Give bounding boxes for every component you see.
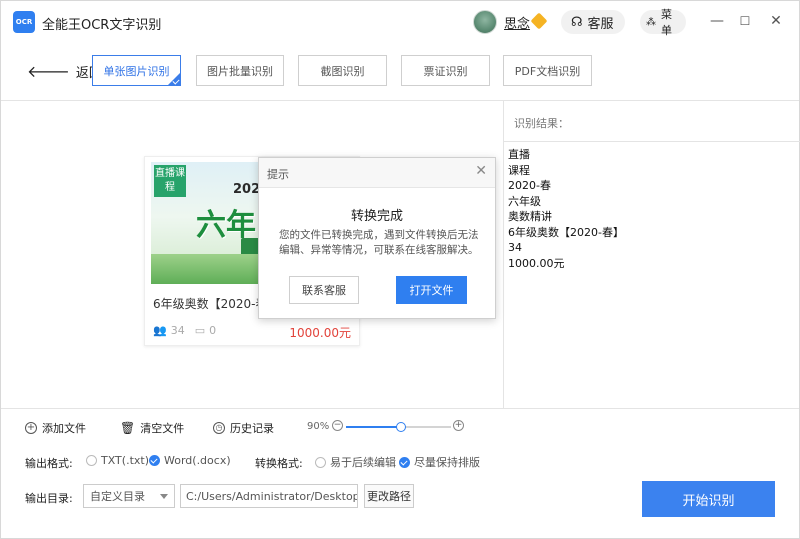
- radio-editable[interactable]: [315, 456, 326, 468]
- result-line: 课程: [508, 163, 530, 177]
- result-line: 2020-春: [508, 179, 551, 192]
- output-path-field[interactable]: C:/Users/Administrator/Desktop/OC: [180, 484, 358, 508]
- dialog-message: 您的文件已转换完成，遇到文件转换后无法编辑、异常等情况，可联系在线客服解决。: [279, 229, 479, 256]
- customer-service-button[interactable]: ☊ 客服: [561, 10, 625, 34]
- result-line: 34: [508, 241, 522, 254]
- format-txt-label: TXT(.txt): [101, 454, 149, 467]
- dialog-header: 提示 ✕: [259, 158, 495, 188]
- add-file-button[interactable]: + 添加文件: [25, 420, 86, 436]
- app-title: 全能王OCR文字识别: [42, 18, 162, 33]
- radio-word-checked[interactable]: [149, 455, 160, 466]
- clock-icon: ◷: [213, 422, 225, 434]
- zoom-slider[interactable]: [346, 422, 451, 432]
- convert-layout-label: 尽量保持排版: [414, 456, 480, 469]
- tab-label: 单张图片识别: [103, 64, 170, 78]
- conversion-complete-dialog: 提示 ✕ 转换完成 您的文件已转换完成，遇到文件转换后无法编辑、异常等情况，可联…: [258, 157, 496, 319]
- contact-service-button[interactable]: 联系客服: [289, 276, 359, 304]
- add-file-label: 添加文件: [42, 422, 86, 435]
- convert-editable-label: 易于后续编辑: [330, 456, 396, 469]
- zoom-slider-handle[interactable]: [395, 422, 406, 432]
- customer-service-label: 客服: [587, 16, 614, 32]
- back-arrow-icon: 🡐: [27, 61, 70, 81]
- app-window: OCR 全能王OCR文字识别 思念 ☊ 客服 ⁂ 菜单 — ☐ ✕ 🡐 返回 单…: [0, 0, 800, 539]
- result-divider: [504, 141, 800, 142]
- format-word-label: Word(.docx): [164, 454, 231, 467]
- likes-count: 34: [170, 324, 185, 337]
- output-dir-select[interactable]: 自定义目录: [83, 484, 175, 508]
- result-line: 1000.00元: [508, 256, 565, 270]
- format-txt-option[interactable]: TXT(.txt): [86, 454, 149, 467]
- result-line: 六年级: [508, 194, 541, 208]
- convert-layout-option[interactable]: 尽量保持排版: [399, 454, 480, 470]
- comment-icon: ▭: [194, 324, 206, 337]
- result-line: 直播: [508, 148, 530, 161]
- zoom-in-icon[interactable]: +: [453, 420, 464, 431]
- menu-button[interactable]: ⁂ 菜单: [640, 8, 686, 37]
- back-button[interactable]: 🡐 返回: [27, 62, 102, 81]
- zoom-percent: 90%: [307, 421, 330, 432]
- format-word-option[interactable]: Word(.docx): [149, 454, 231, 467]
- close-window-button[interactable]: ✕: [766, 11, 786, 31]
- tab-screenshot[interactable]: 截图识别: [298, 55, 387, 86]
- dialog-close-icon[interactable]: ✕: [475, 163, 487, 179]
- tab-single-image[interactable]: 单张图片识别: [92, 55, 181, 86]
- add-circle-icon: +: [25, 422, 37, 434]
- tab-batch-image[interactable]: 图片批量识别: [196, 55, 284, 86]
- tab-pdf[interactable]: PDF文档识别: [503, 55, 592, 86]
- clear-files-label: 清空文件: [140, 422, 185, 435]
- result-panel: 识别结果： 直播 课程 2020-春 六年级 奥数精讲 6年级奥数【2020-春…: [503, 101, 800, 408]
- output-dir-select-value: 自定义目录: [90, 490, 145, 503]
- history-label: 历史记录: [230, 422, 274, 435]
- username-link[interactable]: 思念: [504, 13, 530, 32]
- convert-editable-option[interactable]: 易于后续编辑: [315, 454, 396, 470]
- trash-icon: 🗑: [120, 421, 136, 435]
- change-path-button[interactable]: 更改路径: [364, 484, 414, 508]
- card-title: 6年级奥数【2020-春: [153, 297, 268, 311]
- chevron-down-icon: [160, 494, 168, 499]
- grid-menu-icon: ⁂: [646, 16, 656, 28]
- card-price: 1000.00元: [289, 326, 351, 340]
- tab-ticket[interactable]: 票证识别: [401, 55, 490, 86]
- minimize-button[interactable]: —: [707, 11, 727, 31]
- convert-format-label: 转换格式:: [255, 457, 303, 470]
- vip-badge-icon: [530, 12, 548, 30]
- result-text-area[interactable]: 直播 课程 2020-春 六年级 奥数精讲 6年级奥数【2020-春】 34 1…: [508, 147, 624, 271]
- result-line: 6年级奥数【2020-春】: [508, 225, 624, 239]
- open-file-button[interactable]: 打开文件: [396, 276, 467, 304]
- zoom-out-icon[interactable]: −: [332, 420, 343, 431]
- bottom-controls: + 添加文件 🗑 清空文件 ◷ 历史记录 90% − + 输出格式: TXT(.…: [1, 408, 799, 538]
- zoom-slider-fill: [346, 426, 401, 428]
- radio-txt[interactable]: [86, 455, 97, 466]
- output-dir-label: 输出目录:: [25, 492, 73, 505]
- dialog-title: 提示: [267, 168, 289, 181]
- result-line: 奥数精讲: [508, 210, 552, 223]
- dialog-heading: 转换完成: [350, 209, 403, 224]
- avatar[interactable]: [473, 10, 497, 34]
- history-button[interactable]: ◷ 历史记录: [213, 420, 274, 436]
- title-bar: OCR 全能王OCR文字识别 思念 ☊ 客服 ⁂ 菜单 — ☐ ✕: [1, 1, 799, 41]
- headset-icon: ☊: [571, 14, 583, 30]
- maximize-button[interactable]: ☐: [735, 11, 755, 31]
- live-course-badge: 直播课程: [154, 165, 186, 197]
- menu-label: 菜单: [661, 8, 672, 37]
- start-recognition-button[interactable]: 开始识别: [642, 481, 775, 517]
- output-format-label: 输出格式:: [25, 457, 73, 470]
- app-logo-icon: OCR: [13, 11, 35, 33]
- mode-toolbar: 🡐 返回 单张图片识别 图片批量识别 截图识别 票证识别 PDF文档识别: [1, 41, 799, 101]
- result-label: 识别结果：: [514, 117, 569, 130]
- users-icon: 👥: [153, 324, 167, 337]
- comments-count: 0: [209, 324, 217, 337]
- radio-layout-checked[interactable]: [399, 456, 410, 468]
- clear-files-button[interactable]: 🗑 清空文件: [120, 420, 184, 436]
- card-stats: 👥 34 ▭ 0: [153, 324, 216, 337]
